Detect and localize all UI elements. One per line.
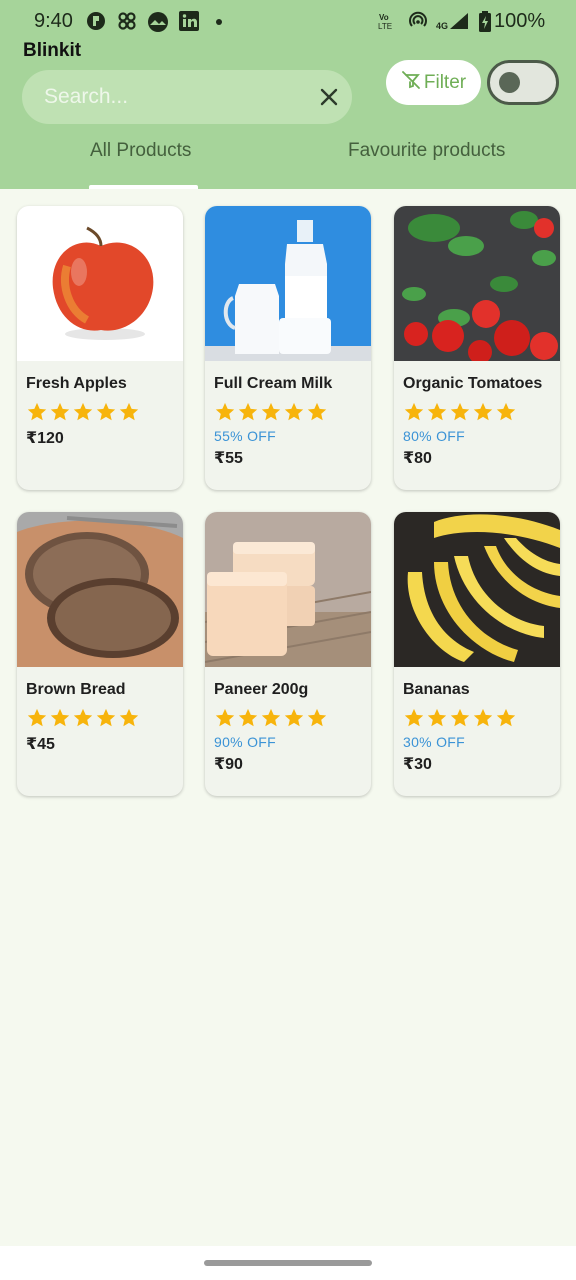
clear-search-icon[interactable]	[316, 84, 342, 110]
notification-dot-icon	[216, 19, 222, 25]
product-image-bananas	[394, 512, 560, 667]
star-icon	[426, 707, 448, 729]
product-price: ₹90	[214, 756, 243, 773]
star-icon	[260, 401, 282, 423]
active-tab-indicator	[89, 185, 198, 189]
star-icon	[403, 707, 425, 729]
product-name: Paneer 200g	[214, 681, 309, 698]
product-card-paneer-200g[interactable]: Paneer 200g 90% OFF ₹90	[205, 512, 371, 796]
tab-all-products[interactable]: All Products	[90, 140, 191, 162]
star-icon	[49, 707, 71, 729]
star-icon	[118, 401, 140, 423]
home-gesture-handle[interactable]	[204, 1260, 372, 1266]
rating-stars	[403, 707, 517, 729]
app-header: 9:40 Vo LTE 4G 100% Blinkit Search... Fi…	[0, 0, 576, 189]
product-name: Full Cream Milk	[214, 375, 333, 392]
filter-off-icon	[401, 70, 421, 96]
product-card-organic-tomatoes[interactable]: Organic Tomatoes 80% OFF ₹80	[394, 206, 560, 490]
star-icon	[95, 401, 117, 423]
product-price: ₹80	[403, 450, 432, 467]
star-icon	[260, 707, 282, 729]
app-notification-icon	[86, 11, 106, 31]
product-name: Fresh Apples	[26, 375, 127, 392]
svg-text:4G: 4G	[436, 21, 448, 31]
product-price: ₹45	[26, 736, 55, 753]
star-icon	[214, 707, 236, 729]
filter-label: Filter	[423, 71, 467, 93]
discount-label: 55% OFF	[214, 428, 277, 444]
rating-stars	[403, 401, 517, 423]
star-icon	[72, 707, 94, 729]
battery-level: 100%	[494, 10, 546, 32]
product-image-full-cream-milk	[205, 206, 371, 361]
rating-stars	[214, 401, 328, 423]
product-card-fresh-apples[interactable]: Fresh Apples ₹120	[17, 206, 183, 490]
svg-text:Vo: Vo	[379, 13, 389, 22]
product-name: Bananas	[403, 681, 470, 698]
star-icon	[26, 401, 48, 423]
hotspot-icon	[408, 11, 428, 36]
star-icon	[306, 707, 328, 729]
star-icon	[306, 401, 328, 423]
star-icon	[449, 707, 471, 729]
status-bar: 9:40 Vo LTE 4G 100%	[0, 0, 576, 44]
system-navigation-bar	[0, 1246, 576, 1280]
view-toggle-switch[interactable]	[487, 60, 559, 105]
product-price: ₹55	[214, 450, 243, 467]
signal-icon: 4G	[436, 11, 470, 36]
product-image-brown-bread	[17, 512, 183, 667]
rating-stars	[214, 707, 328, 729]
star-icon	[283, 401, 305, 423]
rating-stars	[26, 707, 140, 729]
product-card-full-cream-milk[interactable]: Full Cream Milk 55% OFF ₹55	[205, 206, 371, 490]
pinwheel-icon	[117, 11, 137, 31]
product-card-bananas[interactable]: Bananas 30% OFF ₹30	[394, 512, 560, 796]
discount-label: 80% OFF	[403, 428, 466, 444]
filter-button[interactable]: Filter	[386, 60, 481, 105]
star-icon	[495, 707, 517, 729]
star-icon	[95, 707, 117, 729]
app-title: Blinkit	[23, 40, 82, 61]
product-price: ₹120	[26, 430, 64, 447]
discount-label: 90% OFF	[214, 734, 277, 750]
discount-label: 30% OFF	[403, 734, 466, 750]
star-icon	[237, 401, 259, 423]
tab-favourite-products[interactable]: Favourite products	[348, 140, 505, 162]
star-icon	[283, 707, 305, 729]
search-bar[interactable]	[22, 70, 352, 124]
star-icon	[449, 401, 471, 423]
product-name: Organic Tomatoes	[403, 375, 543, 392]
star-icon	[214, 401, 236, 423]
star-icon	[26, 707, 48, 729]
product-card-brown-bread[interactable]: Brown Bread ₹45	[17, 512, 183, 796]
gallery-icon	[147, 11, 168, 32]
star-icon	[472, 401, 494, 423]
product-image-fresh-apples	[17, 206, 183, 361]
search-input[interactable]	[44, 82, 304, 112]
volte-icon: Vo LTE	[378, 11, 398, 36]
star-icon	[49, 401, 71, 423]
star-icon	[495, 401, 517, 423]
product-price: ₹30	[403, 756, 432, 773]
star-icon	[472, 707, 494, 729]
star-icon	[118, 707, 140, 729]
rating-stars	[26, 401, 140, 423]
star-icon	[237, 707, 259, 729]
star-icon	[72, 401, 94, 423]
star-icon	[403, 401, 425, 423]
product-name: Brown Bread	[26, 681, 126, 698]
svg-text:LTE: LTE	[378, 22, 392, 31]
battery-icon	[478, 11, 492, 38]
toggle-knob	[499, 72, 520, 93]
product-image-organic-tomatoes	[394, 206, 560, 361]
star-icon	[426, 401, 448, 423]
status-time: 9:40	[34, 10, 73, 32]
linkedin-icon	[179, 11, 199, 31]
product-image-paneer-200g	[205, 512, 371, 667]
